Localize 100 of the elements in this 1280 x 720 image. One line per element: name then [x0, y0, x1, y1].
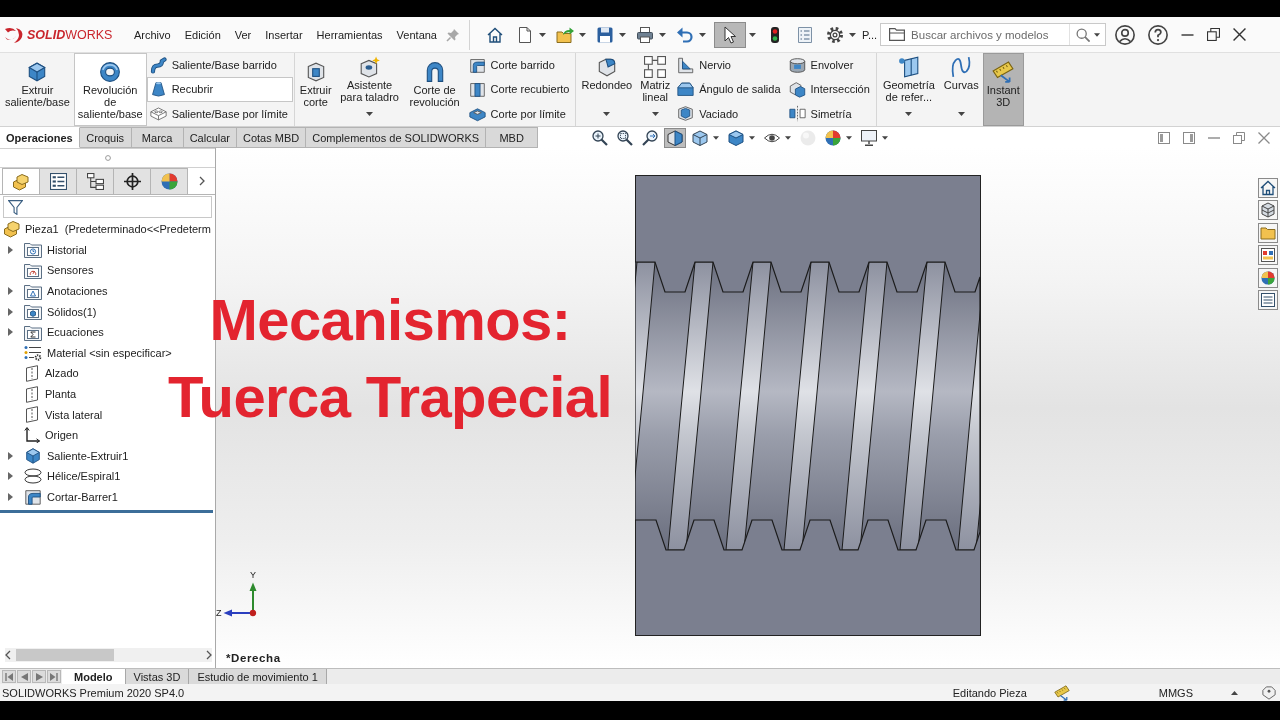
ribbon-button[interactable]: Corte de revolución: [403, 53, 466, 126]
tree-item[interactable]: Anotaciones: [24, 282, 108, 300]
ribbon-button[interactable]: Corte barrido: [465, 53, 575, 78]
ribbon-button[interactable]: Corte por límite: [465, 101, 575, 126]
caret-icon[interactable]: [659, 32, 666, 37]
folder-icon[interactable]: [1258, 222, 1278, 243]
caret-icon[interactable]: [1094, 32, 1101, 37]
tab[interactable]: Modelo: [62, 669, 126, 684]
user-icon[interactable]: [1115, 24, 1136, 45]
caret-icon[interactable]: [785, 135, 792, 140]
minimize-icon[interactable]: [1181, 33, 1195, 36]
home-icon[interactable]: [1258, 178, 1278, 198]
ribbon-button[interactable]: Ángulo de salida: [674, 77, 786, 102]
color-wheel-icon[interactable]: [1258, 267, 1278, 288]
caret-icon[interactable]: [579, 32, 586, 37]
menu-item[interactable]: Insertar: [258, 25, 310, 44]
nav-button[interactable]: [32, 670, 46, 683]
search-field[interactable]: Buscar archivos y modelos: [880, 23, 1107, 46]
caret-icon[interactable]: [749, 135, 756, 140]
close-icon[interactable]: [1233, 28, 1247, 41]
ribbon-button[interactable]: Extruir corte: [295, 53, 336, 126]
menu-item[interactable]: Ver: [227, 25, 259, 44]
menu-item[interactable]: Edición: [177, 25, 228, 44]
filter-field[interactable]: [3, 196, 212, 218]
circle-handle-icon[interactable]: [104, 155, 111, 161]
tree-item[interactable]: Sólidos(1): [24, 303, 97, 321]
menu-item[interactable]: Herramientas: [309, 25, 390, 44]
expand-arrow-icon[interactable]: [8, 245, 13, 254]
section-view-button[interactable]: [664, 127, 687, 148]
chevron-right-icon[interactable]: [199, 176, 205, 186]
ribbon-button[interactable]: Asistente para taladro: [335, 53, 404, 126]
tab[interactable]: Croquis: [79, 127, 132, 148]
tab[interactable]: Complementos de SOLIDWORKS: [306, 127, 487, 148]
tab[interactable]: Vistas 3D: [125, 669, 190, 684]
tree-item[interactable]: Ecuaciones: [24, 323, 104, 341]
tab[interactable]: Marca: [131, 127, 184, 148]
tab[interactable]: Calcular: [183, 127, 237, 148]
window-left-pane-icon[interactable]: [1158, 131, 1170, 144]
ribbon-button[interactable]: Simetría: [785, 101, 875, 126]
ribbon-button[interactable]: Geometría de refer...: [877, 53, 940, 126]
cube-stack-icon[interactable]: [1258, 200, 1278, 221]
panel-tab[interactable]: [39, 168, 77, 194]
scrollbar-thumb[interactable]: [16, 649, 114, 661]
caret-icon[interactable]: [846, 135, 853, 140]
chevron-left-icon[interactable]: [5, 650, 11, 660]
tree-item[interactable]: Alzado: [24, 364, 79, 382]
tree-item[interactable]: Material <sin especificar>: [24, 344, 172, 361]
nav-button[interactable]: [47, 670, 61, 683]
window-right-pane-icon[interactable]: [1183, 131, 1195, 144]
restore-icon[interactable]: [1207, 28, 1221, 41]
nav-button[interactable]: [17, 670, 31, 683]
units-label[interactable]: MMGS: [1158, 686, 1193, 699]
tree-item[interactable]: Origen: [24, 427, 79, 444]
ribbon-button[interactable]: Corte recubierto: [465, 77, 575, 102]
caret-icon[interactable]: [699, 32, 706, 37]
ribbon-button[interactable]: Nervio: [674, 53, 786, 78]
ribbon-button[interactable]: Saliente/Base barrido: [146, 53, 293, 78]
ribbon-button[interactable]: Envolver: [785, 53, 875, 78]
list-icon[interactable]: [1258, 289, 1278, 310]
tab[interactable]: Cotas MBD: [237, 127, 307, 148]
expand-arrow-icon[interactable]: [8, 472, 13, 481]
nav-button[interactable]: [2, 670, 16, 683]
panel-tab[interactable]: [113, 168, 151, 194]
select-button[interactable]: [714, 21, 746, 48]
caret-icon[interactable]: [1231, 690, 1238, 695]
chevron-right-icon[interactable]: [206, 650, 212, 660]
expand-arrow-icon[interactable]: [8, 493, 13, 501]
caret-icon[interactable]: [882, 135, 889, 140]
caret-icon[interactable]: [849, 32, 856, 37]
tab[interactable]: MBD: [486, 127, 539, 148]
ruler-icon[interactable]: [1053, 684, 1070, 701]
caret-icon[interactable]: [713, 135, 720, 140]
caret-icon[interactable]: [619, 32, 626, 37]
caret-icon[interactable]: [539, 32, 546, 37]
caret-icon[interactable]: [749, 32, 756, 37]
menu-item[interactable]: Archivo: [127, 25, 178, 44]
octagon-icon[interactable]: [1262, 685, 1276, 700]
tree-item[interactable]: Planta: [24, 385, 77, 403]
tree-item[interactable]: Sensores: [24, 262, 94, 279]
tree-item[interactable]: Cortar-Barrer1: [24, 488, 118, 506]
expand-arrow-icon[interactable]: [8, 328, 13, 337]
ribbon-button[interactable]: Redondeo: [577, 53, 637, 126]
tree-item[interactable]: Vista lateral: [24, 406, 103, 424]
search-icon[interactable]: [1076, 27, 1091, 42]
ribbon-button[interactable]: Extruir saliente/base: [1, 53, 74, 126]
tab[interactable]: Estudio de movimiento 1: [189, 669, 327, 684]
ribbon-button[interactable]: Instant 3D: [982, 53, 1024, 126]
tree-item[interactable]: Saliente-Extruir1: [24, 446, 129, 465]
document-label[interactable]: P...: [862, 28, 878, 41]
menu-item[interactable]: Ventana: [389, 25, 444, 44]
expand-arrow-icon[interactable]: [8, 451, 13, 460]
ribbon-button[interactable]: Revolución de saliente/base: [73, 53, 147, 126]
ribbon-button[interactable]: Recubrir: [146, 77, 293, 102]
ribbon-button[interactable]: Saliente/Base por límite: [146, 101, 293, 126]
expand-arrow-icon[interactable]: [8, 287, 13, 296]
window-icon[interactable]: [1258, 245, 1278, 266]
tree-item[interactable]: Pieza1 (Predeterminado<<Predeterm: [4, 220, 211, 239]
rollback-bar[interactable]: [0, 510, 213, 514]
horizontal-scrollbar[interactable]: [5, 648, 212, 662]
question-mark-icon[interactable]: [1148, 24, 1169, 45]
